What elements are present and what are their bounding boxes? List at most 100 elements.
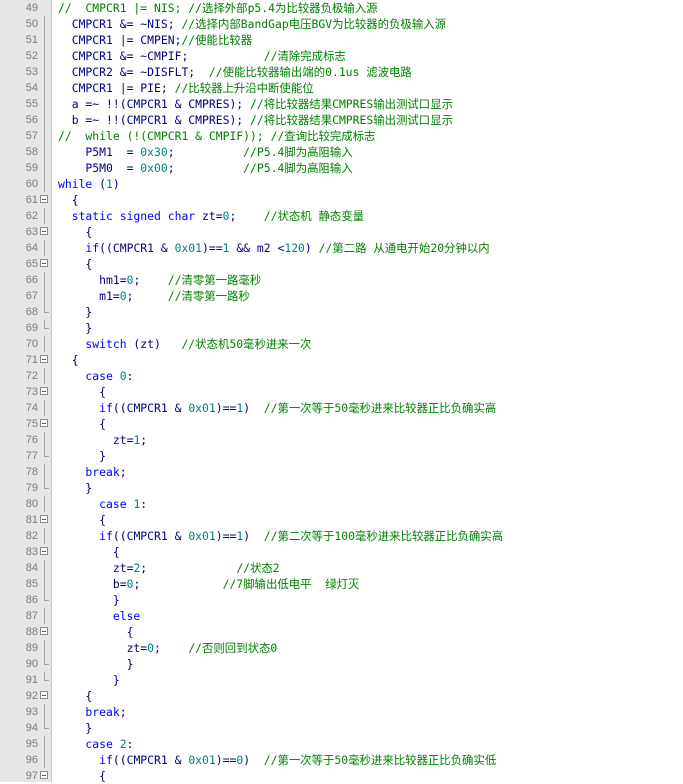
fold-collapse-icon[interactable] bbox=[40, 419, 48, 427]
code-line[interactable]: 86 } bbox=[0, 592, 683, 608]
code-line[interactable]: 85 b=0; //7脚输出低电平 绿灯灭 bbox=[0, 576, 683, 592]
code-token: P5M1 = bbox=[58, 145, 141, 159]
code-line[interactable]: 55 a =~ !!(CMPCR1 & CMPRES); //将比较器结果CMP… bbox=[0, 96, 683, 112]
fold-collapse-icon[interactable] bbox=[40, 387, 48, 395]
code-line[interactable]: 76 zt=1; bbox=[0, 432, 683, 448]
code-keyword: case bbox=[58, 737, 113, 751]
code-line[interactable]: 90 } bbox=[0, 656, 683, 672]
code-token: )== bbox=[215, 753, 237, 767]
code-line[interactable]: 63 { bbox=[0, 224, 683, 240]
line-number: 74 bbox=[25, 402, 38, 414]
code-line[interactable]: 81 { bbox=[0, 512, 683, 528]
code-line[interactable]: 82 if((CMPCR1 & 0x01)==1) //第二次等于100毫秒进来… bbox=[0, 528, 683, 544]
code-line[interactable]: 96 if((CMPCR1 & 0x01)==0) //第一次等于50毫秒进来比… bbox=[0, 752, 683, 768]
code-text: { bbox=[58, 624, 134, 640]
code-line[interactable]: 50 CMPCR1 &= ~NIS; //选择内部BandGap电压BGV为比较… bbox=[0, 16, 683, 32]
code-line[interactable]: 79 } bbox=[0, 480, 683, 496]
code-token: ; bbox=[133, 577, 223, 591]
code-token: ; bbox=[126, 289, 168, 303]
line-number: 65 bbox=[25, 258, 38, 270]
code-line[interactable]: 65 { bbox=[0, 256, 683, 272]
code-comment: //状态机50毫秒进来一次 bbox=[181, 337, 312, 351]
code-line[interactable]: 69 } bbox=[0, 320, 683, 336]
fold-collapse-icon[interactable] bbox=[40, 771, 48, 779]
line-number: 91 bbox=[25, 674, 38, 686]
code-comment: //将比较器结果CMPRES输出测试口显示 bbox=[250, 97, 453, 111]
fold-collapse-icon[interactable] bbox=[40, 355, 48, 363]
fold-guide-line bbox=[44, 336, 45, 352]
code-token: )== bbox=[215, 401, 237, 415]
code-line[interactable]: 84 zt=2; //状态2 bbox=[0, 560, 683, 576]
fold-collapse-icon[interactable] bbox=[40, 195, 48, 203]
fold-collapse-icon[interactable] bbox=[40, 515, 48, 523]
code-token: m1= bbox=[58, 289, 120, 303]
line-number: 81 bbox=[25, 514, 38, 526]
line-number: 56 bbox=[25, 114, 38, 126]
code-line[interactable]: 52 CMPCR1 &= ~CMPIF; //清除完成标志 bbox=[0, 48, 683, 64]
fold-collapse-icon[interactable] bbox=[40, 627, 48, 635]
code-line[interactable]: 61 { bbox=[0, 192, 683, 208]
code-line[interactable]: 74 if((CMPCR1 & 0x01)==1) //第一次等于50毫秒进来比… bbox=[0, 400, 683, 416]
code-line[interactable]: 59 P5M0 = 0x00; //P5.4脚为高阻输入 bbox=[0, 160, 683, 176]
line-number: 69 bbox=[25, 322, 38, 334]
code-text: { bbox=[58, 512, 106, 528]
fold-guide-line bbox=[44, 80, 45, 96]
code-line[interactable]: 51 CMPCR1 |= CMPEN;//使能比较器 bbox=[0, 32, 683, 48]
fold-guide-line bbox=[44, 96, 45, 112]
code-line[interactable]: 54 CMPCR1 |= PIE; //比较器上升沿中断使能位 bbox=[0, 80, 683, 96]
code-line[interactable]: 87 else bbox=[0, 608, 683, 624]
code-line[interactable]: 94 } bbox=[0, 720, 683, 736]
code-text: break; bbox=[58, 464, 127, 480]
fold-collapse-icon[interactable] bbox=[40, 227, 48, 235]
code-text: static signed char zt=0; //状态机 静态变量 bbox=[58, 208, 364, 224]
code-token: zt= bbox=[58, 641, 148, 655]
code-line[interactable]: 64 if((CMPCR1 & 0x01)==1 && m2 <120) //第… bbox=[0, 240, 683, 256]
fold-collapse-icon[interactable] bbox=[40, 259, 48, 267]
code-line[interactable]: 70 switch (zt) //状态机50毫秒进来一次 bbox=[0, 336, 683, 352]
fold-collapse-icon[interactable] bbox=[40, 547, 48, 555]
code-token: ) bbox=[243, 529, 264, 543]
code-line[interactable]: 67 m1=0; //清零第一路秒 bbox=[0, 288, 683, 304]
code-token: ; bbox=[119, 465, 127, 479]
code-line[interactable]: 78 break; bbox=[0, 464, 683, 480]
code-editor[interactable]: 49// CMPCR1 |= NIS; //选择外部p5.4为比较器负极输入源 5… bbox=[0, 0, 683, 783]
code-line[interactable]: 66 hm1=0; //清零第一路毫秒 bbox=[0, 272, 683, 288]
fold-guide-line bbox=[44, 752, 45, 768]
code-keyword: if bbox=[58, 401, 113, 415]
code-line[interactable]: 91 } bbox=[0, 672, 683, 688]
code-line[interactable]: 89 zt=0; //否则回到状态0 bbox=[0, 640, 683, 656]
code-line[interactable]: 88 { bbox=[0, 624, 683, 640]
code-line[interactable]: 62 static signed char zt=0; //状态机 静态变量 bbox=[0, 208, 683, 224]
code-line[interactable]: 95 case 2: bbox=[0, 736, 683, 752]
fold-guide-line bbox=[44, 176, 45, 192]
code-line[interactable]: 56 b =~ !!(CMPCR1 & CMPRES); //将比较器结果CMP… bbox=[0, 112, 683, 128]
code-line[interactable]: 60 while (1) bbox=[0, 176, 683, 192]
code-line[interactable]: 53 CMPCR2 &= ~DISFLT; //使能比较器输出端的0.1us 滤… bbox=[0, 64, 683, 80]
code-line[interactable]: 68 } bbox=[0, 304, 683, 320]
code-keyword: break bbox=[58, 465, 120, 479]
code-line[interactable]: 75 { bbox=[0, 416, 683, 432]
fold-guide-line bbox=[44, 736, 45, 752]
code-token: && m2 < bbox=[229, 241, 285, 255]
code-line[interactable]: 71 { bbox=[0, 352, 683, 368]
code-line[interactable]: 49 // CMPCR1 |= NIS; //选择外部p5.4为比较器负极输入源 bbox=[0, 0, 683, 16]
line-number: 79 bbox=[25, 482, 38, 494]
code-line[interactable]: 73 { bbox=[0, 384, 683, 400]
code-line[interactable]: 57 // while (!(CMPCR1 & CMPIF)); //查询比较完成… bbox=[0, 128, 683, 144]
code-line[interactable]: 92 { bbox=[0, 688, 683, 704]
code-text: } bbox=[58, 304, 92, 320]
code-line[interactable]: 93 break; bbox=[0, 704, 683, 720]
code-line[interactable]: 83 { bbox=[0, 544, 683, 560]
line-number: 86 bbox=[25, 594, 38, 606]
code-token: { bbox=[58, 769, 107, 783]
code-line[interactable]: 72 case 0: bbox=[0, 368, 683, 384]
code-text: } bbox=[58, 448, 106, 464]
line-number: 84 bbox=[25, 562, 38, 574]
line-number: 89 bbox=[25, 642, 38, 654]
code-line[interactable]: 58 P5M1 = 0x30; //P5.4脚为高阻输入 bbox=[0, 144, 683, 160]
line-number: 49 bbox=[25, 2, 38, 14]
fold-collapse-icon[interactable] bbox=[40, 691, 48, 699]
line-number: 67 bbox=[25, 290, 38, 302]
code-line[interactable]: 80 case 1: bbox=[0, 496, 683, 512]
code-line[interactable]: 77 } bbox=[0, 448, 683, 464]
